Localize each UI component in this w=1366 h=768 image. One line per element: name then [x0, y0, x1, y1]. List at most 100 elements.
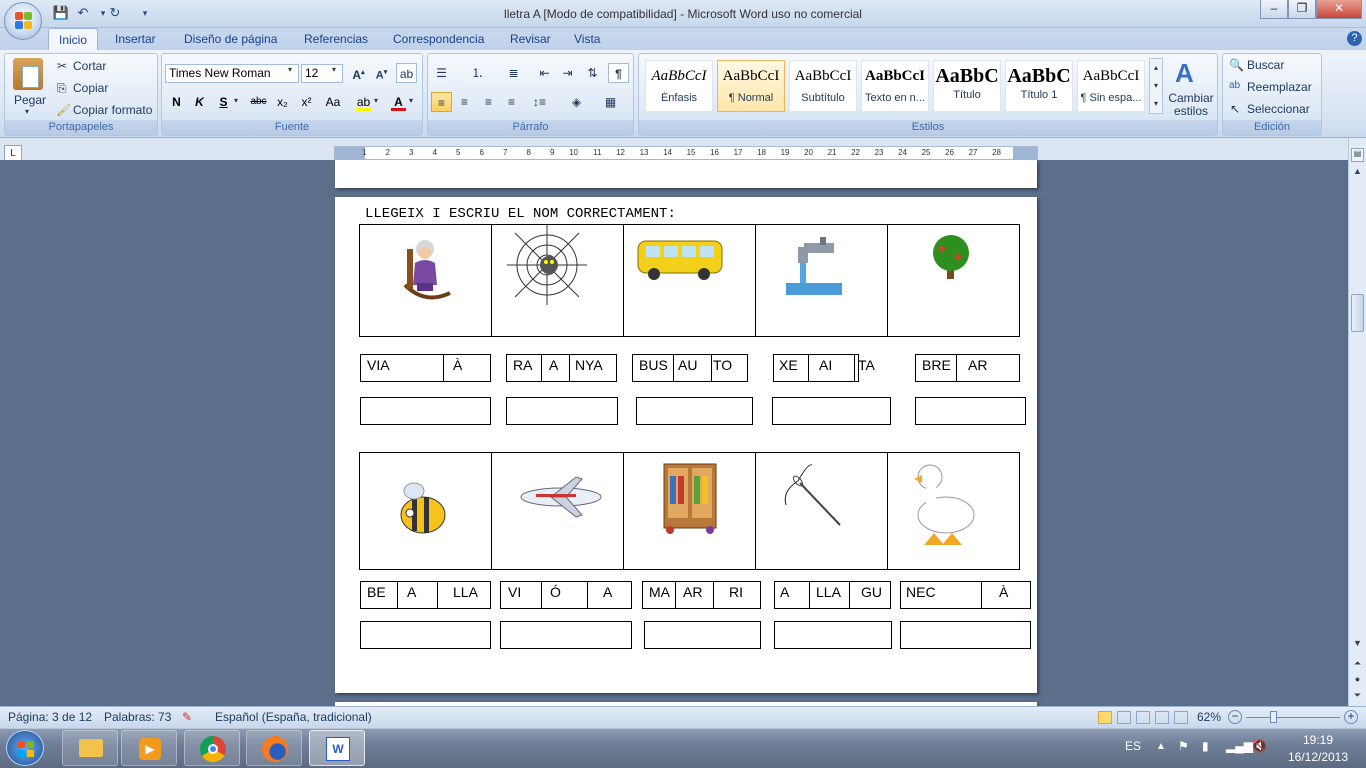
multilevel-list-icon[interactable]: ≣	[503, 63, 524, 83]
align-center-icon[interactable]: ≡	[454, 92, 475, 112]
next-page-icon[interactable]: ⏷	[1351, 690, 1364, 704]
undo-icon[interactable]: ↶	[74, 4, 92, 22]
superscript-button[interactable]: x²	[296, 92, 317, 112]
word-count[interactable]: Palabras: 73	[104, 710, 171, 724]
browse-object-icon[interactable]: ●	[1351, 674, 1364, 688]
shading-icon[interactable]: ◈	[566, 92, 587, 112]
bold-button[interactable]: N	[166, 92, 187, 112]
align-left-icon[interactable]: ≡	[431, 92, 452, 112]
font-size-select[interactable]: 12	[301, 64, 343, 83]
print-layout-icon[interactable]	[1098, 711, 1112, 724]
change-styles-button[interactable]: Cambiar estilos	[1167, 92, 1215, 118]
sort-icon[interactable]: ⇅	[582, 63, 603, 83]
highlight-icon[interactable]: ab	[353, 92, 374, 112]
strikethrough-button[interactable]: abc	[248, 92, 269, 112]
clear-format-icon[interactable]: ab	[396, 63, 417, 83]
web-layout-icon[interactable]	[1136, 711, 1150, 724]
start-button[interactable]	[6, 730, 44, 766]
close-button[interactable]: ✕	[1316, 0, 1362, 19]
line-spacing-icon[interactable]: ↕≡	[529, 92, 550, 112]
page-count[interactable]: Página: 3 de 12	[8, 710, 92, 724]
answer-box[interactable]	[915, 397, 1026, 425]
change-styles-icon[interactable]: A	[1175, 58, 1194, 89]
help-icon[interactable]: ?	[1347, 31, 1362, 46]
bullets-icon[interactable]: ☰	[431, 63, 452, 83]
font-family-dropdown-icon[interactable]: ▾	[288, 65, 292, 74]
font-family-select[interactable]: Times New Roman	[165, 64, 299, 83]
zoom-slider-thumb[interactable]	[1270, 711, 1277, 723]
shrink-font-icon[interactable]: A▾	[371, 63, 392, 83]
minimize-button[interactable]: –	[1260, 0, 1288, 19]
save-icon[interactable]: 💾	[52, 4, 70, 22]
language-indicator[interactable]: Español (España, tradicional)	[215, 710, 372, 724]
increase-indent-icon[interactable]: ⇥	[557, 63, 578, 83]
tab-inicio[interactable]: Inicio	[48, 28, 99, 50]
tab-revisar[interactable]: Revisar	[500, 28, 561, 50]
maximize-button[interactable]: ❐	[1288, 0, 1316, 19]
style-texto-en-negrita[interactable]: AaBbCcI Texto en n...	[861, 60, 929, 112]
tab-correspondencia[interactable]: Correspondencia	[383, 28, 494, 50]
zoom-slider[interactable]	[1246, 717, 1340, 718]
ruler-toggle-icon[interactable]: ▤	[1351, 148, 1364, 162]
grow-font-icon[interactable]: A▴	[348, 63, 369, 83]
styles-scroll[interactable]: ▴ ▾ ▾	[1149, 58, 1163, 114]
cut-button[interactable]: Cortar	[73, 59, 106, 73]
current-page[interactable]: LLEGEIX I ESCRIU EL NOM CORRECTAMENT: VI…	[335, 197, 1037, 693]
borders-icon[interactable]: ▦	[600, 92, 621, 112]
taskbar-media-player[interactable]: ▶	[121, 730, 177, 766]
zoom-in-icon[interactable]: +	[1344, 710, 1358, 724]
style-titulo[interactable]: AaBbC Título	[933, 60, 1001, 112]
style-enfasis[interactable]: AaBbCcI Énfasis	[645, 60, 713, 112]
highlight-dropdown-icon[interactable]: ▾	[374, 96, 378, 105]
network-icon[interactable]: ▂▄▆	[1226, 739, 1253, 753]
show-hidden-icons[interactable]: ▲	[1156, 741, 1166, 752]
tab-diseno-pagina[interactable]: Diseño de página	[174, 28, 287, 50]
style-sin-espaciado[interactable]: AaBbCcI ¶ Sin espa...	[1077, 60, 1145, 112]
clock-time[interactable]: 19:19	[1290, 733, 1346, 747]
replace-button[interactable]: Reemplazar	[1247, 80, 1312, 94]
proofing-icon[interactable]: ✎	[182, 710, 192, 724]
outline-icon[interactable]	[1155, 711, 1169, 724]
answer-box[interactable]	[360, 621, 491, 649]
clock-date[interactable]: 16/12/2013	[1280, 750, 1356, 764]
taskbar-word[interactable]: W	[309, 730, 365, 766]
copy-button[interactable]: Copiar	[73, 81, 108, 95]
action-center-icon[interactable]: ⚑	[1178, 739, 1189, 753]
answer-box[interactable]	[500, 621, 632, 649]
change-case-button[interactable]: Aa	[320, 92, 346, 112]
answer-box[interactable]	[900, 621, 1031, 649]
tab-vista[interactable]: Vista	[564, 28, 610, 50]
battery-icon[interactable]: ▮	[1202, 739, 1209, 753]
answer-box[interactable]	[506, 397, 618, 425]
paste-dropdown-icon[interactable]: ▾	[25, 107, 29, 116]
font-color-dropdown-icon[interactable]: ▾	[409, 96, 413, 105]
italic-button[interactable]: K	[189, 92, 210, 112]
tab-insertar[interactable]: Insertar	[105, 28, 166, 50]
tab-referencias[interactable]: Referencias	[294, 28, 378, 50]
volume-icon[interactable]: 🔇	[1252, 739, 1267, 753]
scroll-thumb[interactable]	[1351, 294, 1364, 332]
horizontal-ruler[interactable]: 1 2 3 4 5 6 7 8 9 10 11 12 13 14 15 16 17 18 19 20 21 22 23 24 2…	[334, 146, 1038, 160]
paste-button[interactable]: Pegar	[14, 93, 46, 107]
numbering-icon[interactable]: ⒈	[467, 63, 488, 83]
taskbar-chrome[interactable]	[184, 730, 240, 766]
style-subtitulo[interactable]: AaBbCcI Subtítulo	[789, 60, 857, 112]
underline-dropdown-icon[interactable]: ▾	[234, 96, 238, 105]
show-formatting-icon[interactable]: ¶	[608, 63, 629, 83]
font-color-icon[interactable]: A	[388, 92, 409, 112]
font-size-dropdown-icon[interactable]: ▾	[332, 65, 336, 74]
input-language[interactable]: ES	[1125, 739, 1141, 753]
answer-box[interactable]	[774, 621, 892, 649]
paste-icon[interactable]	[13, 58, 43, 90]
full-screen-reading-icon[interactable]	[1117, 711, 1131, 724]
scroll-down-icon[interactable]: ▼	[1351, 638, 1364, 652]
answer-box[interactable]	[772, 397, 891, 425]
underline-button[interactable]: S	[213, 92, 234, 112]
subscript-button[interactable]: x₂	[272, 92, 293, 112]
office-button[interactable]	[4, 2, 42, 40]
draft-icon[interactable]	[1174, 711, 1188, 724]
select-button[interactable]: Seleccionar	[1247, 102, 1310, 116]
answer-box[interactable]	[644, 621, 761, 649]
vertical-scrollbar[interactable]: ▤ ▲ ▼ ⏶ ● ⏷	[1348, 138, 1366, 706]
find-button[interactable]: Buscar	[1247, 58, 1284, 72]
